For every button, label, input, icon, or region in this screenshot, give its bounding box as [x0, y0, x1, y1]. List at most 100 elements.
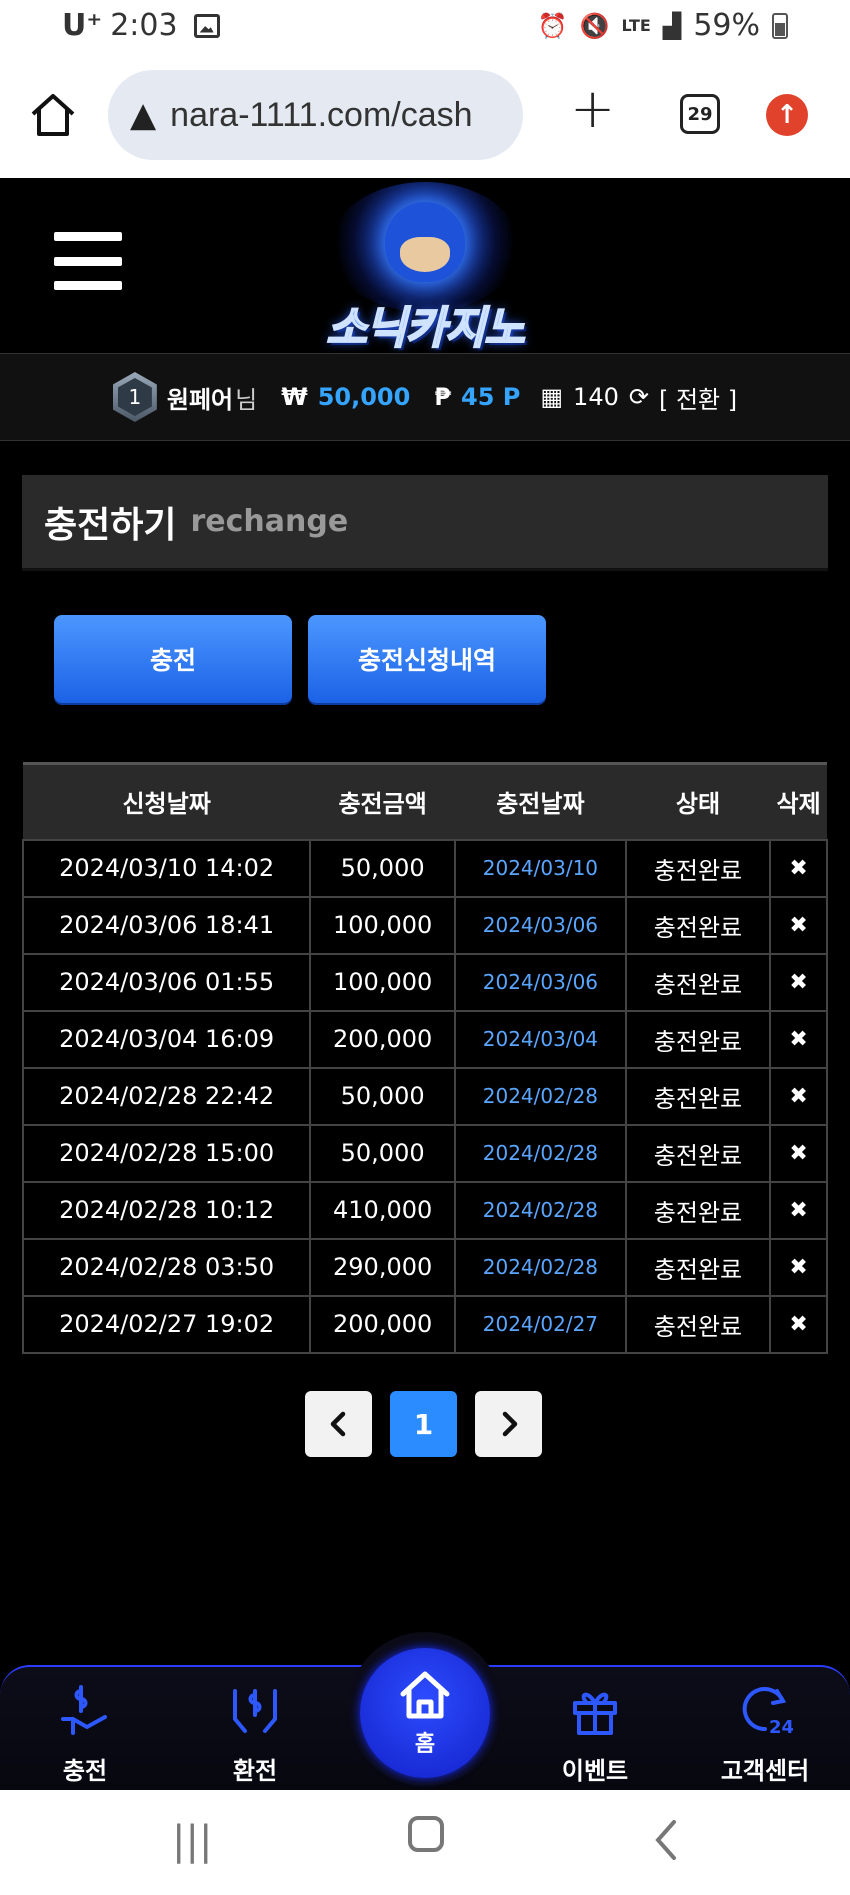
cell-charge-date: 2024/02/28 — [454, 1066, 627, 1126]
cell-status: 충전완료 — [624, 1237, 772, 1297]
svg-text:24: 24 — [769, 1717, 793, 1737]
nav-charge-label: 충전 — [62, 1757, 108, 1785]
pagination: 1 — [305, 1391, 542, 1457]
nav-charge[interactable]: 충전 — [25, 1681, 145, 1786]
table-header-row: 신청날짜 충전금액 충전날짜 상태 삭제 — [23, 763, 827, 840]
warning-icon: ▲ — [130, 95, 157, 135]
page-title: 충전하기 — [44, 504, 177, 546]
won-icon: ₩ — [281, 383, 308, 411]
delete-icon[interactable]: ✖ — [769, 1066, 828, 1126]
site-logo[interactable]: 소닉카지노 — [300, 182, 550, 355]
cell-charge-date: 2024/03/10 — [454, 838, 627, 898]
carrier-label: U⁺ — [62, 8, 103, 43]
cell-status: 충전완료 — [624, 1123, 772, 1183]
cell-amount: 50,000 — [309, 838, 457, 898]
nav-exchange[interactable]: 환전 — [195, 1681, 315, 1786]
nav-event-label: 이벤트 — [561, 1757, 629, 1785]
delete-icon[interactable]: ✖ — [769, 1123, 828, 1183]
chevron-right-icon — [502, 1411, 517, 1437]
cell-status: 충전완료 — [624, 952, 772, 1012]
delete-icon[interactable]: ✖ — [769, 895, 828, 955]
chevron-left-icon — [330, 1411, 345, 1437]
table-row: 2024/02/28 03:50 290,000 2024/02/28 충전완료 ✖ — [21, 1237, 828, 1297]
level-number: 1 — [117, 378, 152, 416]
cell-request-date: 2024/02/28 03:50 — [21, 1237, 312, 1297]
recent-apps-icon[interactable]: ||| — [172, 1818, 212, 1864]
new-tab-icon[interactable]: + — [570, 82, 615, 136]
refresh-icon[interactable]: ⟳ — [629, 383, 649, 411]
android-nav-bar: ||| — [0, 1790, 850, 1895]
nav-home[interactable]: 홈 — [360, 1648, 490, 1778]
home-icon — [400, 1671, 450, 1719]
cell-amount: 290,000 — [309, 1237, 457, 1297]
cell-status: 충전완료 — [624, 1180, 772, 1240]
user-name: 원페어 — [166, 385, 234, 414]
cell-status: 충전완료 — [624, 1009, 772, 1069]
delete-icon[interactable]: ✖ — [769, 1180, 828, 1240]
cell-amount: 50,000 — [309, 1066, 457, 1126]
cell-request-date: 2024/03/10 14:02 — [21, 838, 312, 898]
cell-amount: 50,000 — [309, 1123, 457, 1183]
browser-toolbar: ▲ nara-1111.com/cash + 29 ↑ — [0, 52, 850, 178]
status-right: ⏰ 🔇 LTE ▟ 59% — [538, 8, 788, 43]
table-row: 2024/03/10 14:02 50,000 2024/03/10 충전완료 ✖ — [21, 838, 828, 898]
table-row: 2024/02/27 19:02 200,000 2024/02/27 충전완료 ✖ — [21, 1294, 828, 1354]
signal-icon: ▟ — [662, 11, 682, 40]
cell-status: 충전완료 — [624, 895, 772, 955]
delete-icon[interactable]: ✖ — [769, 1009, 828, 1069]
cell-amount: 200,000 — [309, 1009, 457, 1069]
nav-support[interactable]: 24 고객센터 — [705, 1681, 825, 1786]
page-number-button[interactable]: 1 — [390, 1391, 457, 1457]
table-row: 2024/02/28 22:42 50,000 2024/02/28 충전완료 ✖ — [21, 1066, 828, 1126]
table-row: 2024/02/28 15:00 50,000 2024/02/28 충전완료 ✖ — [21, 1123, 828, 1183]
table-row: 2024/03/04 16:09 200,000 2024/03/04 충전완료 ✖ — [21, 1009, 828, 1069]
cell-charge-date: 2024/02/27 — [454, 1294, 627, 1354]
cell-charge-date: 2024/03/04 — [454, 1009, 627, 1069]
cell-amount: 200,000 — [309, 1294, 457, 1354]
user-info-bar: 1 원페어 님 ₩ 50,000 ₱ 45 P ▦ 140 ⟳ [ 전환 ] — [0, 353, 850, 441]
nav-home-label: 홈 — [414, 1732, 436, 1757]
delete-icon[interactable]: ✖ — [769, 1294, 828, 1354]
page-subtitle: rechange — [190, 504, 349, 539]
table-row: 2024/03/06 18:41 100,000 2024/03/06 충전완료 ✖ — [21, 895, 828, 955]
cell-amount: 100,000 — [309, 895, 457, 955]
chip-balance: 140 — [573, 383, 619, 411]
chip-icon: ▦ — [540, 383, 564, 411]
charge-history-button[interactable]: 충전신청내역 — [308, 615, 546, 703]
address-bar[interactable]: ▲ nara-1111.com/cash — [108, 70, 523, 160]
peso-icon: ₱ — [434, 383, 452, 411]
nav-event[interactable]: 이벤트 — [535, 1681, 655, 1786]
charge-button[interactable]: 충전 — [54, 615, 292, 703]
cell-charge-date: 2024/02/28 — [454, 1123, 627, 1183]
alarm-icon: ⏰ — [537, 11, 568, 40]
table-row: 2024/02/28 10:12 410,000 2024/02/28 충전완료 ✖ — [21, 1180, 828, 1240]
table-body: 2024/03/10 14:02 50,000 2024/03/10 충전완료 ✖ 202… — [21, 838, 828, 1354]
url-text: nara-1111.com/cash — [170, 95, 473, 134]
hamburger-menu-icon[interactable] — [54, 232, 122, 290]
image-notification-icon — [193, 13, 220, 38]
cell-status: 충전완료 — [624, 838, 772, 898]
battery-percent: 59% — [693, 8, 760, 43]
delete-icon[interactable]: ✖ — [769, 838, 828, 898]
cell-request-date: 2024/02/28 22:42 — [21, 1066, 312, 1126]
next-page-button[interactable] — [475, 1391, 542, 1457]
column-header-request-date: 신청날짜 — [122, 790, 211, 819]
prev-page-button[interactable] — [305, 1391, 372, 1457]
delete-icon[interactable]: ✖ — [769, 952, 828, 1012]
money-balance: 50,000 — [317, 383, 411, 411]
tab-switcher-button[interactable]: 29 — [680, 94, 720, 134]
home-circle-icon[interactable] — [408, 1816, 444, 1852]
convert-button[interactable]: [ 전환 ] — [659, 380, 737, 415]
cell-request-date: 2024/03/06 18:41 — [21, 895, 312, 955]
logo-text: 소닉카지노 — [325, 302, 525, 355]
delete-icon[interactable]: ✖ — [769, 1237, 828, 1297]
table-row: 2024/03/06 01:55 100,000 2024/03/06 충전완료 ✖ — [21, 952, 828, 1012]
back-icon[interactable] — [652, 1818, 680, 1872]
browser-home-icon[interactable] — [28, 90, 78, 140]
support-24-icon: 24 — [742, 1687, 794, 1738]
mascot-face — [400, 237, 450, 272]
cell-status: 충전완료 — [624, 1066, 772, 1126]
cell-status: 충전완료 — [624, 1294, 772, 1354]
lte-icon: LTE — [621, 16, 651, 35]
update-arrow-icon[interactable]: ↑ — [766, 94, 808, 136]
